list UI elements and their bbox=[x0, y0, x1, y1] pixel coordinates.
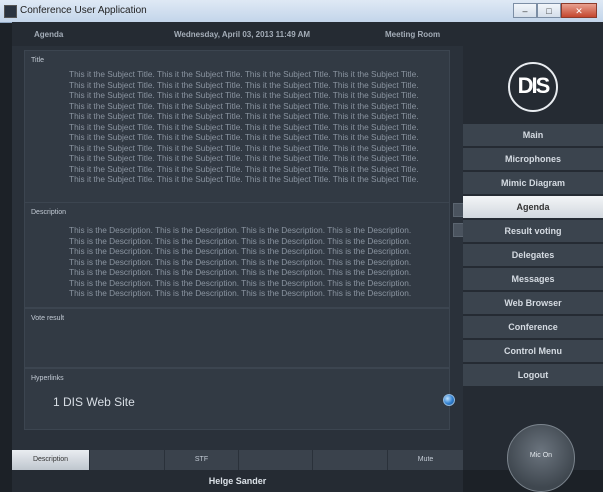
maximize-button[interactable]: □ bbox=[537, 3, 561, 18]
toolbar-blank-button-1[interactable] bbox=[90, 450, 165, 470]
header-bar: Agenda Wednesday, April 03, 2013 11:49 A… bbox=[12, 22, 463, 46]
app-icon bbox=[4, 5, 17, 18]
toolbar-blank-button-2[interactable] bbox=[239, 450, 313, 470]
nav-item-mimic-diagram[interactable]: Mimic Diagram bbox=[463, 172, 603, 194]
minimize-button[interactable]: – bbox=[513, 3, 537, 18]
hyperlinks-label: Hyperlinks bbox=[31, 375, 64, 382]
description-text: This is the Description. This is the Des… bbox=[69, 225, 412, 298]
close-button[interactable]: ✕ bbox=[561, 3, 597, 18]
window-controls: – □ ✕ bbox=[513, 3, 597, 18]
nav-item-result-voting[interactable]: Result voting bbox=[463, 220, 603, 242]
nav-item-microphones[interactable]: Microphones bbox=[463, 148, 603, 170]
title-panel: Title This it the Subject Title. This it… bbox=[24, 50, 450, 204]
title-label: Title bbox=[31, 57, 44, 64]
delegate-name: Helge Sander bbox=[12, 470, 463, 492]
hyperlink-item[interactable]: 1 DIS Web Site bbox=[53, 395, 135, 409]
title-text: This it the Subject Title. This it the S… bbox=[69, 69, 419, 184]
nav-item-messages[interactable]: Messages bbox=[463, 268, 603, 290]
header-section: Agenda bbox=[34, 30, 64, 39]
nav-item-delegates[interactable]: Delegates bbox=[463, 244, 603, 266]
nav-item-control-menu[interactable]: Control Menu bbox=[463, 340, 603, 362]
logo-text: DIS bbox=[517, 73, 551, 98]
vote-result-label: Vote result bbox=[31, 315, 65, 322]
bottom-toolbar: Description STF Mute bbox=[12, 450, 463, 470]
mute-button[interactable]: Mute bbox=[388, 450, 463, 470]
mic-on-button[interactable]: Mic On bbox=[507, 424, 575, 492]
window-titlebar: Conference User Application – □ ✕ bbox=[0, 0, 603, 23]
nav-item-agenda[interactable]: Agenda bbox=[463, 196, 603, 218]
vote-result-panel: Vote result bbox=[24, 308, 450, 368]
toolbar-blank-button-3[interactable] bbox=[313, 450, 388, 470]
description-label: Description bbox=[31, 209, 67, 216]
globe-icon[interactable] bbox=[443, 394, 455, 406]
description-button[interactable]: Description bbox=[12, 450, 90, 470]
stf-button[interactable]: STF bbox=[165, 450, 239, 470]
description-panel: Description This is the Description. Thi… bbox=[24, 202, 450, 308]
header-room: Meeting Room bbox=[385, 30, 441, 39]
nav-item-main[interactable]: Main bbox=[463, 124, 603, 146]
right-sidebar: DIS Main Microphones Mimic Diagram Agend… bbox=[463, 22, 603, 492]
nav-item-conference[interactable]: Conference bbox=[463, 316, 603, 338]
nav-menu: Main Microphones Mimic Diagram Agenda Re… bbox=[463, 124, 603, 388]
window-title: Conference User Application bbox=[20, 5, 147, 16]
mic-on-label: Mic On bbox=[529, 452, 553, 459]
main-content: Agenda Wednesday, April 03, 2013 11:49 A… bbox=[12, 22, 475, 492]
nav-item-web-browser[interactable]: Web Browser bbox=[463, 292, 603, 314]
header-datetime: Wednesday, April 03, 2013 11:49 AM bbox=[174, 30, 311, 39]
nav-item-logout[interactable]: Logout bbox=[463, 364, 603, 386]
hyperlinks-panel: Hyperlinks 1 DIS Web Site bbox=[24, 368, 455, 430]
dis-logo: DIS bbox=[508, 62, 558, 112]
